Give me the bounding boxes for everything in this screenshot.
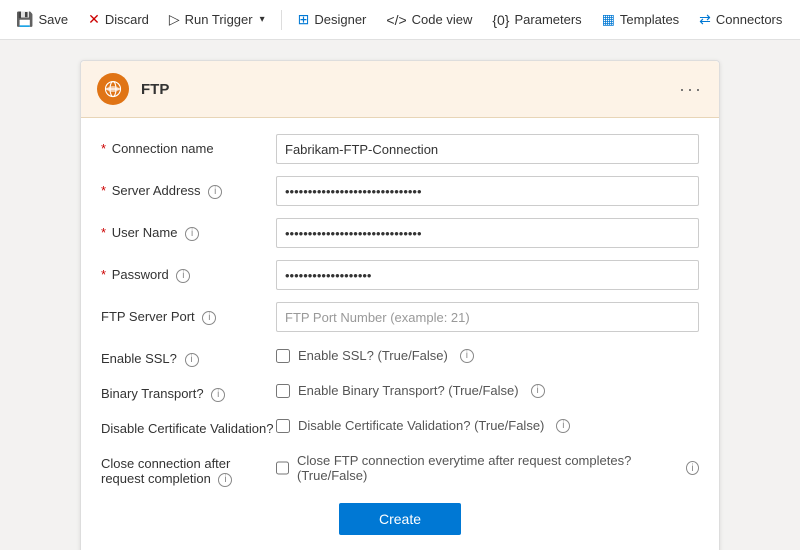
- enable-ssl-control: Enable SSL? (True/False) i: [276, 344, 699, 367]
- enable-ssl-checkbox-row: Enable SSL? (True/False) i: [276, 344, 699, 367]
- parameters-label: Parameters: [514, 12, 581, 27]
- server-address-input[interactable]: [276, 176, 699, 206]
- parameters-button[interactable]: {0} Parameters: [484, 8, 589, 32]
- designer-icon: ⊞: [298, 11, 310, 28]
- card-title: FTP: [141, 81, 679, 98]
- password-info-icon[interactable]: i: [176, 269, 190, 283]
- main-content: FTP ··· * Connection name * Server Addre…: [0, 40, 800, 550]
- enable-ssl-info-icon[interactable]: i: [185, 353, 199, 367]
- binary-transport-info-icon[interactable]: i: [211, 388, 225, 402]
- disable-cert-checkbox-row: Disable Certificate Validation? (True/Fa…: [276, 414, 699, 437]
- create-button[interactable]: Create: [339, 503, 461, 535]
- designer-button[interactable]: ⊞ Designer: [290, 7, 375, 32]
- code-icon: </>: [386, 12, 406, 28]
- run-trigger-button[interactable]: ▷ Run Trigger ▾: [161, 7, 273, 32]
- run-trigger-label: Run Trigger: [185, 12, 253, 27]
- password-control: [276, 260, 699, 290]
- binary-transport-checkbox-label: Enable Binary Transport? (True/False): [298, 383, 519, 398]
- close-conn-label: Close connection after request completio…: [101, 449, 276, 487]
- disable-cert-control: Disable Certificate Validation? (True/Fa…: [276, 414, 699, 437]
- close-conn-row: Close connection after request completio…: [101, 449, 699, 487]
- server-address-label: * Server Address i: [101, 176, 276, 199]
- disable-cert-label: Disable Certificate Validation?: [101, 414, 276, 436]
- ftp-port-input[interactable]: [276, 302, 699, 332]
- user-name-row: * User Name i: [101, 218, 699, 248]
- password-label: * Password i: [101, 260, 276, 283]
- enable-ssl-checkbox-info-icon[interactable]: i: [460, 349, 474, 363]
- enable-ssl-checkbox-label: Enable SSL? (True/False): [298, 348, 448, 363]
- run-icon: ▷: [169, 11, 180, 28]
- connection-name-row: * Connection name: [101, 134, 699, 164]
- save-icon: 💾: [16, 11, 33, 28]
- password-input[interactable]: [276, 260, 699, 290]
- disable-cert-checkbox-info-icon[interactable]: i: [556, 419, 570, 433]
- connectors-icon: ⇄: [699, 11, 711, 28]
- ftp-port-label: FTP Server Port i: [101, 302, 276, 325]
- server-address-info-icon[interactable]: i: [208, 185, 222, 199]
- ftp-port-info-icon[interactable]: i: [202, 311, 216, 325]
- required-star-2: *: [101, 183, 106, 198]
- close-conn-checkbox-row: Close FTP connection everytime after req…: [276, 449, 699, 487]
- ftp-card: FTP ··· * Connection name * Server Addre…: [80, 60, 720, 550]
- binary-transport-row: Binary Transport? i Enable Binary Transp…: [101, 379, 699, 402]
- close-conn-checkbox-info-icon[interactable]: i: [686, 461, 699, 475]
- close-conn-checkbox-label: Close FTP connection everytime after req…: [297, 453, 674, 483]
- password-row: * Password i: [101, 260, 699, 290]
- binary-transport-checkbox[interactable]: [276, 384, 290, 398]
- required-star-4: *: [101, 267, 106, 282]
- connection-name-control: [276, 134, 699, 164]
- binary-transport-checkbox-row: Enable Binary Transport? (True/False) i: [276, 379, 699, 402]
- run-trigger-dropdown-arrow: ▾: [260, 14, 265, 25]
- card-body: * Connection name * Server Address i: [81, 118, 719, 550]
- templates-icon: ▦: [602, 11, 615, 28]
- connectors-label: Connectors: [716, 12, 782, 27]
- close-conn-checkbox[interactable]: [276, 461, 289, 475]
- connection-name-label: * Connection name: [101, 134, 276, 156]
- connectors-button[interactable]: ⇄ Connectors: [691, 7, 790, 32]
- server-address-row: * Server Address i: [101, 176, 699, 206]
- code-view-label: Code view: [412, 12, 473, 27]
- discard-button[interactable]: ✕ Discard: [80, 7, 157, 32]
- designer-label: Designer: [314, 12, 366, 27]
- discard-icon: ✕: [88, 11, 100, 28]
- disable-cert-row: Disable Certificate Validation? Disable …: [101, 414, 699, 437]
- disable-cert-checkbox[interactable]: [276, 419, 290, 433]
- user-name-info-icon[interactable]: i: [185, 227, 199, 241]
- templates-label: Templates: [620, 12, 679, 27]
- enable-ssl-label: Enable SSL? i: [101, 344, 276, 367]
- toolbar: 💾 Save ✕ Discard ▷ Run Trigger ▾ ⊞ Desig…: [0, 0, 800, 40]
- required-star-3: *: [101, 225, 106, 240]
- binary-transport-checkbox-info-icon[interactable]: i: [531, 384, 545, 398]
- card-header: FTP ···: [81, 61, 719, 118]
- toolbar-divider-1: [281, 10, 282, 30]
- ftp-port-row: FTP Server Port i: [101, 302, 699, 332]
- close-conn-control: Close FTP connection everytime after req…: [276, 449, 699, 487]
- connection-name-input[interactable]: [276, 134, 699, 164]
- binary-transport-label: Binary Transport? i: [101, 379, 276, 402]
- server-address-control: [276, 176, 699, 206]
- card-more-button[interactable]: ···: [679, 79, 703, 100]
- ftp-port-control: [276, 302, 699, 332]
- user-name-input[interactable]: [276, 218, 699, 248]
- save-button[interactable]: 💾 Save: [8, 7, 76, 32]
- user-name-label: * User Name i: [101, 218, 276, 241]
- disable-cert-checkbox-label: Disable Certificate Validation? (True/Fa…: [298, 418, 544, 433]
- discard-label: Discard: [105, 12, 149, 27]
- save-label: Save: [38, 12, 68, 27]
- binary-transport-control: Enable Binary Transport? (True/False) i: [276, 379, 699, 402]
- user-name-control: [276, 218, 699, 248]
- close-conn-info-icon[interactable]: i: [218, 473, 232, 487]
- required-star: *: [101, 141, 106, 156]
- code-view-button[interactable]: </> Code view: [378, 8, 480, 32]
- enable-ssl-row: Enable SSL? i Enable SSL? (True/False) i: [101, 344, 699, 367]
- ftp-icon: [97, 73, 129, 105]
- parameters-icon: {0}: [492, 12, 509, 28]
- templates-button[interactable]: ▦ Templates: [594, 7, 687, 32]
- enable-ssl-checkbox[interactable]: [276, 349, 290, 363]
